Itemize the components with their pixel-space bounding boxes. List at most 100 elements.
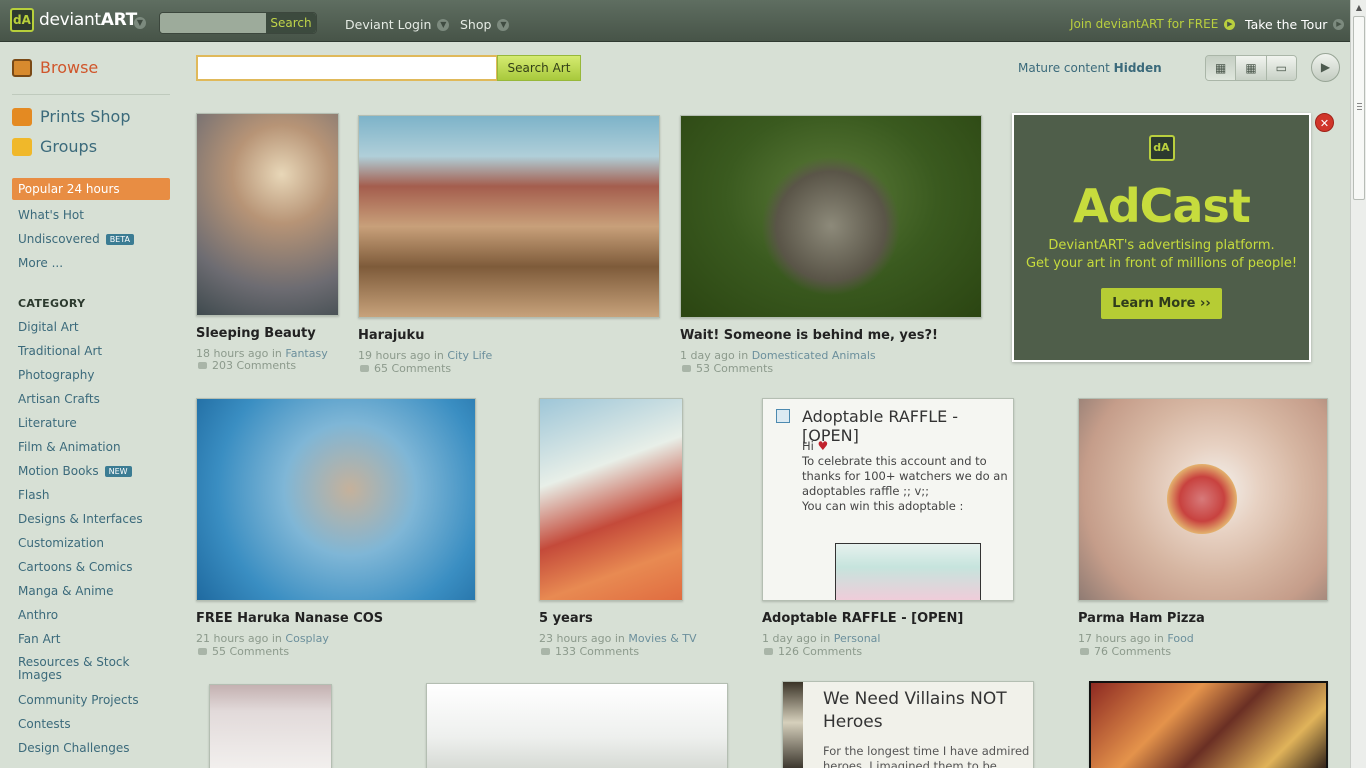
new-badge: NEW <box>104 465 132 477</box>
category-designs-interfaces[interactable]: Designs & Interfaces <box>18 512 143 526</box>
slideshow-play-button[interactable]: ▶ <box>1311 53 1340 82</box>
comment-bubble-icon <box>1080 648 1089 655</box>
prints-shop-link[interactable]: Prints Shop <box>12 107 130 126</box>
category-photography[interactable]: Photography <box>18 368 94 382</box>
item-time: 17 hours ago in <box>1078 632 1164 645</box>
journal-icon <box>776 409 790 423</box>
thumbnail-tutorial[interactable] <box>209 684 332 768</box>
category-digital-art[interactable]: Digital Art <box>18 320 79 334</box>
scroll-thumb[interactable] <box>1353 16 1365 200</box>
mature-content-toggle[interactable]: Mature content Hidden <box>1018 61 1162 75</box>
thumbnail-cats[interactable] <box>680 115 982 318</box>
arrow-right-icon: ▶ <box>1224 18 1236 30</box>
villains-card-title: We Need Villains NOT Heroes <box>823 689 1007 732</box>
item-category-link[interactable]: City Life <box>447 349 492 362</box>
logo[interactable]: dA deviantART <box>10 8 137 32</box>
undiscovered-link[interactable]: Undiscovered BETA <box>18 232 134 246</box>
thumbnail-haruka[interactable] <box>196 398 476 601</box>
more-link[interactable]: More ... <box>18 256 63 270</box>
category-customization[interactable]: Customization <box>18 536 104 550</box>
thumbnail-sketch[interactable] <box>426 683 728 768</box>
search-art-button[interactable]: Search Art <box>497 55 581 81</box>
prints-shop-label: Prints Shop <box>40 107 131 126</box>
logo-dropdown-icon[interactable]: ▼ <box>134 17 146 29</box>
top-search-input[interactable] <box>160 13 266 33</box>
item-title[interactable]: FREE Haruka Nanase COS <box>196 611 383 626</box>
view-list-button[interactable]: ▭ <box>1266 56 1296 80</box>
shop-menu[interactable]: Shop ▼ <box>460 17 510 32</box>
category-manga-anime[interactable]: Manga & Anime <box>18 584 114 598</box>
item-comments[interactable]: 65 Comments <box>360 362 451 375</box>
top-search: Search <box>159 12 317 34</box>
thumbnail-comic-art[interactable] <box>1089 681 1328 768</box>
category-motion-books[interactable]: Motion Books NEW <box>18 464 132 478</box>
category-community-projects[interactable]: Community Projects <box>18 693 139 707</box>
ad-title: AdCast <box>1073 179 1251 233</box>
view-large-grid-button[interactable]: ▦ <box>1236 56 1267 80</box>
item-title[interactable]: Wait! Someone is behind me, yes?! <box>680 328 938 343</box>
item-category-link[interactable]: Domesticated Animals <box>752 349 876 362</box>
item-comments[interactable]: 55 Comments <box>198 645 289 658</box>
item-meta: 19 hours ago in City Life <box>358 349 492 362</box>
item-title[interactable]: Sleeping Beauty <box>196 326 316 341</box>
chevron-down-icon: ▼ <box>437 18 450 31</box>
item-comments[interactable]: 203 Comments <box>198 359 296 372</box>
take-tour-link[interactable]: Take the Tour ▶ <box>1245 17 1345 32</box>
raffle-hi: Hi <box>802 439 814 453</box>
join-link[interactable]: Join deviantART for FREE ▶ <box>1070 17 1236 31</box>
browse-label: Browse <box>40 58 99 77</box>
raffle-body-text: To celebrate this account and to thanks … <box>802 454 1008 498</box>
item-category-link[interactable]: Food <box>1167 632 1193 645</box>
item-title[interactable]: Adoptable RAFFLE - [OPEN] <box>762 611 963 626</box>
item-comments[interactable]: 126 Comments <box>764 645 862 658</box>
popular-24-hours[interactable]: Popular 24 hours <box>12 178 170 200</box>
item-comments[interactable]: 53 Comments <box>682 362 773 375</box>
groups-link[interactable]: Groups <box>12 137 97 156</box>
thumbnail-villains-journal[interactable]: We Need Villains NOT Heroes For the long… <box>782 681 1034 768</box>
search-art-input[interactable] <box>196 55 498 81</box>
whats-hot-link[interactable]: What's Hot <box>18 208 84 222</box>
thumbnail-harajuku[interactable] <box>358 115 660 318</box>
mature-value: Hidden <box>1113 61 1162 75</box>
view-small-grid-button[interactable]: ▦ <box>1206 56 1237 80</box>
category-design-challenges[interactable]: Design Challenges <box>18 741 130 755</box>
category-cartoons-comics[interactable]: Cartoons & Comics <box>18 560 133 574</box>
category-literature[interactable]: Literature <box>18 416 77 430</box>
close-icon[interactable]: ✕ <box>1315 113 1334 132</box>
top-bar: dA deviantART ▼ Search Deviant Login ▼ S… <box>0 0 1350 42</box>
learn-more-button[interactable]: Learn More ›› <box>1101 288 1222 319</box>
thumbnail-sleeping-beauty[interactable] <box>196 113 339 316</box>
item-time: 1 day ago in <box>762 632 831 645</box>
thumbnail-5-years[interactable] <box>539 398 683 601</box>
item-title[interactable]: 5 years <box>539 611 593 626</box>
scrollbar[interactable]: ▲ <box>1350 0 1366 768</box>
item-meta: 1 day ago in Personal <box>762 632 880 645</box>
item-category-link[interactable]: Cosplay <box>285 632 328 645</box>
comments-label: 203 Comments <box>212 359 297 372</box>
item-comments[interactable]: 133 Comments <box>541 645 639 658</box>
join-label: Join deviantART for FREE <box>1070 17 1219 31</box>
category-film-animation[interactable]: Film & Animation <box>18 440 121 454</box>
raffle-card-body: Hi ♥ To celebrate this account and to th… <box>802 439 1012 514</box>
item-comments[interactable]: 76 Comments <box>1080 645 1171 658</box>
deviant-login-menu[interactable]: Deviant Login ▼ <box>345 17 450 32</box>
category-resources-stock[interactable]: Resources & Stock Images <box>18 656 138 682</box>
adoptable-image <box>835 543 981 600</box>
category-flash[interactable]: Flash <box>18 488 49 502</box>
scroll-up-arrow-icon[interactable]: ▲ <box>1351 0 1366 16</box>
browse-link[interactable]: Browse <box>12 58 98 77</box>
category-anthro[interactable]: Anthro <box>18 608 58 622</box>
category-fan-art[interactable]: Fan Art <box>18 632 60 646</box>
item-meta: 21 hours ago in Cosplay <box>196 632 329 645</box>
comments-label: 65 Comments <box>374 362 452 375</box>
category-artisan-crafts[interactable]: Artisan Crafts <box>18 392 100 406</box>
item-category-link[interactable]: Personal <box>834 632 881 645</box>
category-traditional-art[interactable]: Traditional Art <box>18 344 102 358</box>
item-title[interactable]: Parma Ham Pizza <box>1078 611 1205 626</box>
thumbnail-raffle-journal[interactable]: Adoptable RAFFLE - [OPEN] Hi ♥ To celebr… <box>762 398 1014 601</box>
top-search-button[interactable]: Search <box>266 13 316 33</box>
thumbnail-parma-ham-pizza[interactable] <box>1078 398 1328 601</box>
item-title[interactable]: Harajuku <box>358 328 424 343</box>
item-category-link[interactable]: Movies & TV <box>628 632 696 645</box>
category-contests[interactable]: Contests <box>18 717 71 731</box>
